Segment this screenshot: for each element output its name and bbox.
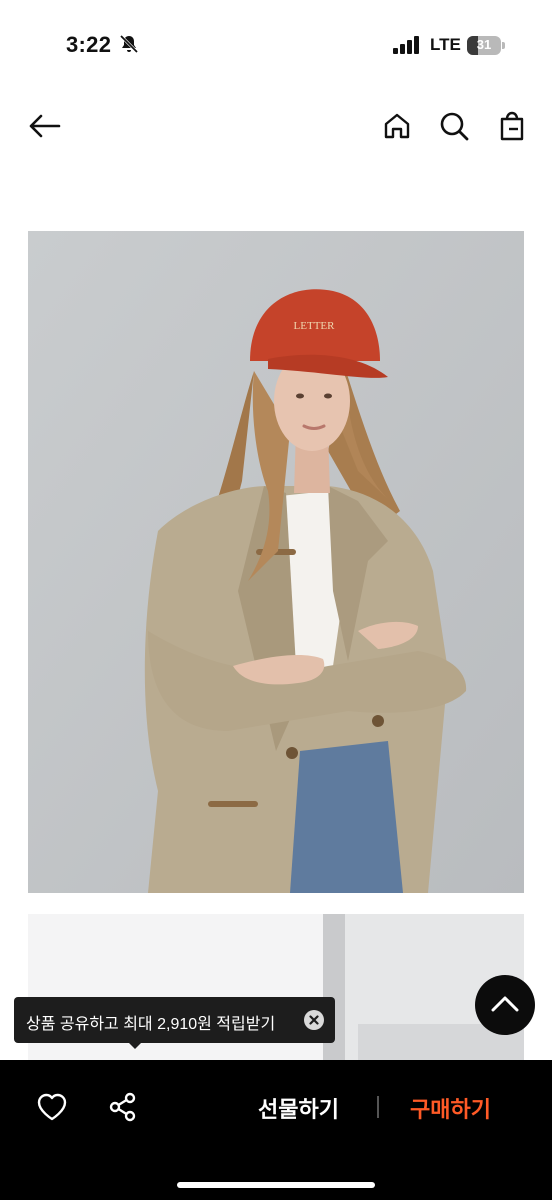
scroll-to-top-button[interactable] bbox=[475, 975, 535, 1035]
back-arrow-icon bbox=[29, 114, 61, 138]
product-photo-model: LETTER bbox=[28, 231, 524, 893]
heart-icon bbox=[37, 1093, 67, 1121]
wishlist-button[interactable] bbox=[36, 1092, 68, 1127]
battery-level: 31 bbox=[476, 37, 492, 52]
share-reward-tooltip: 상품 공유하고 최대 2,910원 적립받기 bbox=[14, 997, 335, 1049]
bell-slash-icon bbox=[119, 34, 139, 54]
home-button[interactable] bbox=[379, 108, 415, 144]
tooltip-close-button[interactable] bbox=[304, 1010, 324, 1030]
status-bar: 3:22 LTE 31 bbox=[0, 0, 552, 90]
close-icon bbox=[309, 1015, 319, 1025]
buy-button[interactable]: 구매하기 bbox=[410, 1092, 491, 1124]
gift-button[interactable]: 선물하기 bbox=[258, 1092, 339, 1124]
scroll-top-icon bbox=[491, 996, 519, 1012]
home-indicator bbox=[177, 1182, 375, 1188]
product-image[interactable]: LETTER bbox=[28, 231, 524, 893]
back-button[interactable] bbox=[26, 108, 62, 144]
top-nav bbox=[0, 96, 552, 158]
home-icon bbox=[384, 113, 410, 139]
status-time: 3:22 bbox=[66, 32, 112, 57]
cap-logo: LETTER bbox=[294, 320, 336, 332]
signal-icon bbox=[393, 36, 419, 54]
bottom-action-bar: 선물하기 구매하기 bbox=[0, 1060, 552, 1200]
action-divider bbox=[377, 1096, 379, 1118]
tooltip-text: 상품 공유하고 최대 2,910원 적립받기 bbox=[26, 1016, 276, 1033]
cart-button[interactable] bbox=[494, 108, 530, 144]
search-icon bbox=[440, 112, 469, 141]
battery-icon: 31 bbox=[467, 36, 505, 55]
shopping-bag-icon bbox=[500, 111, 524, 141]
tooltip-arrow bbox=[126, 1040, 144, 1049]
network-label: LTE bbox=[430, 35, 461, 54]
search-button[interactable] bbox=[436, 108, 472, 144]
share-button[interactable] bbox=[108, 1092, 138, 1127]
share-icon bbox=[109, 1092, 136, 1122]
